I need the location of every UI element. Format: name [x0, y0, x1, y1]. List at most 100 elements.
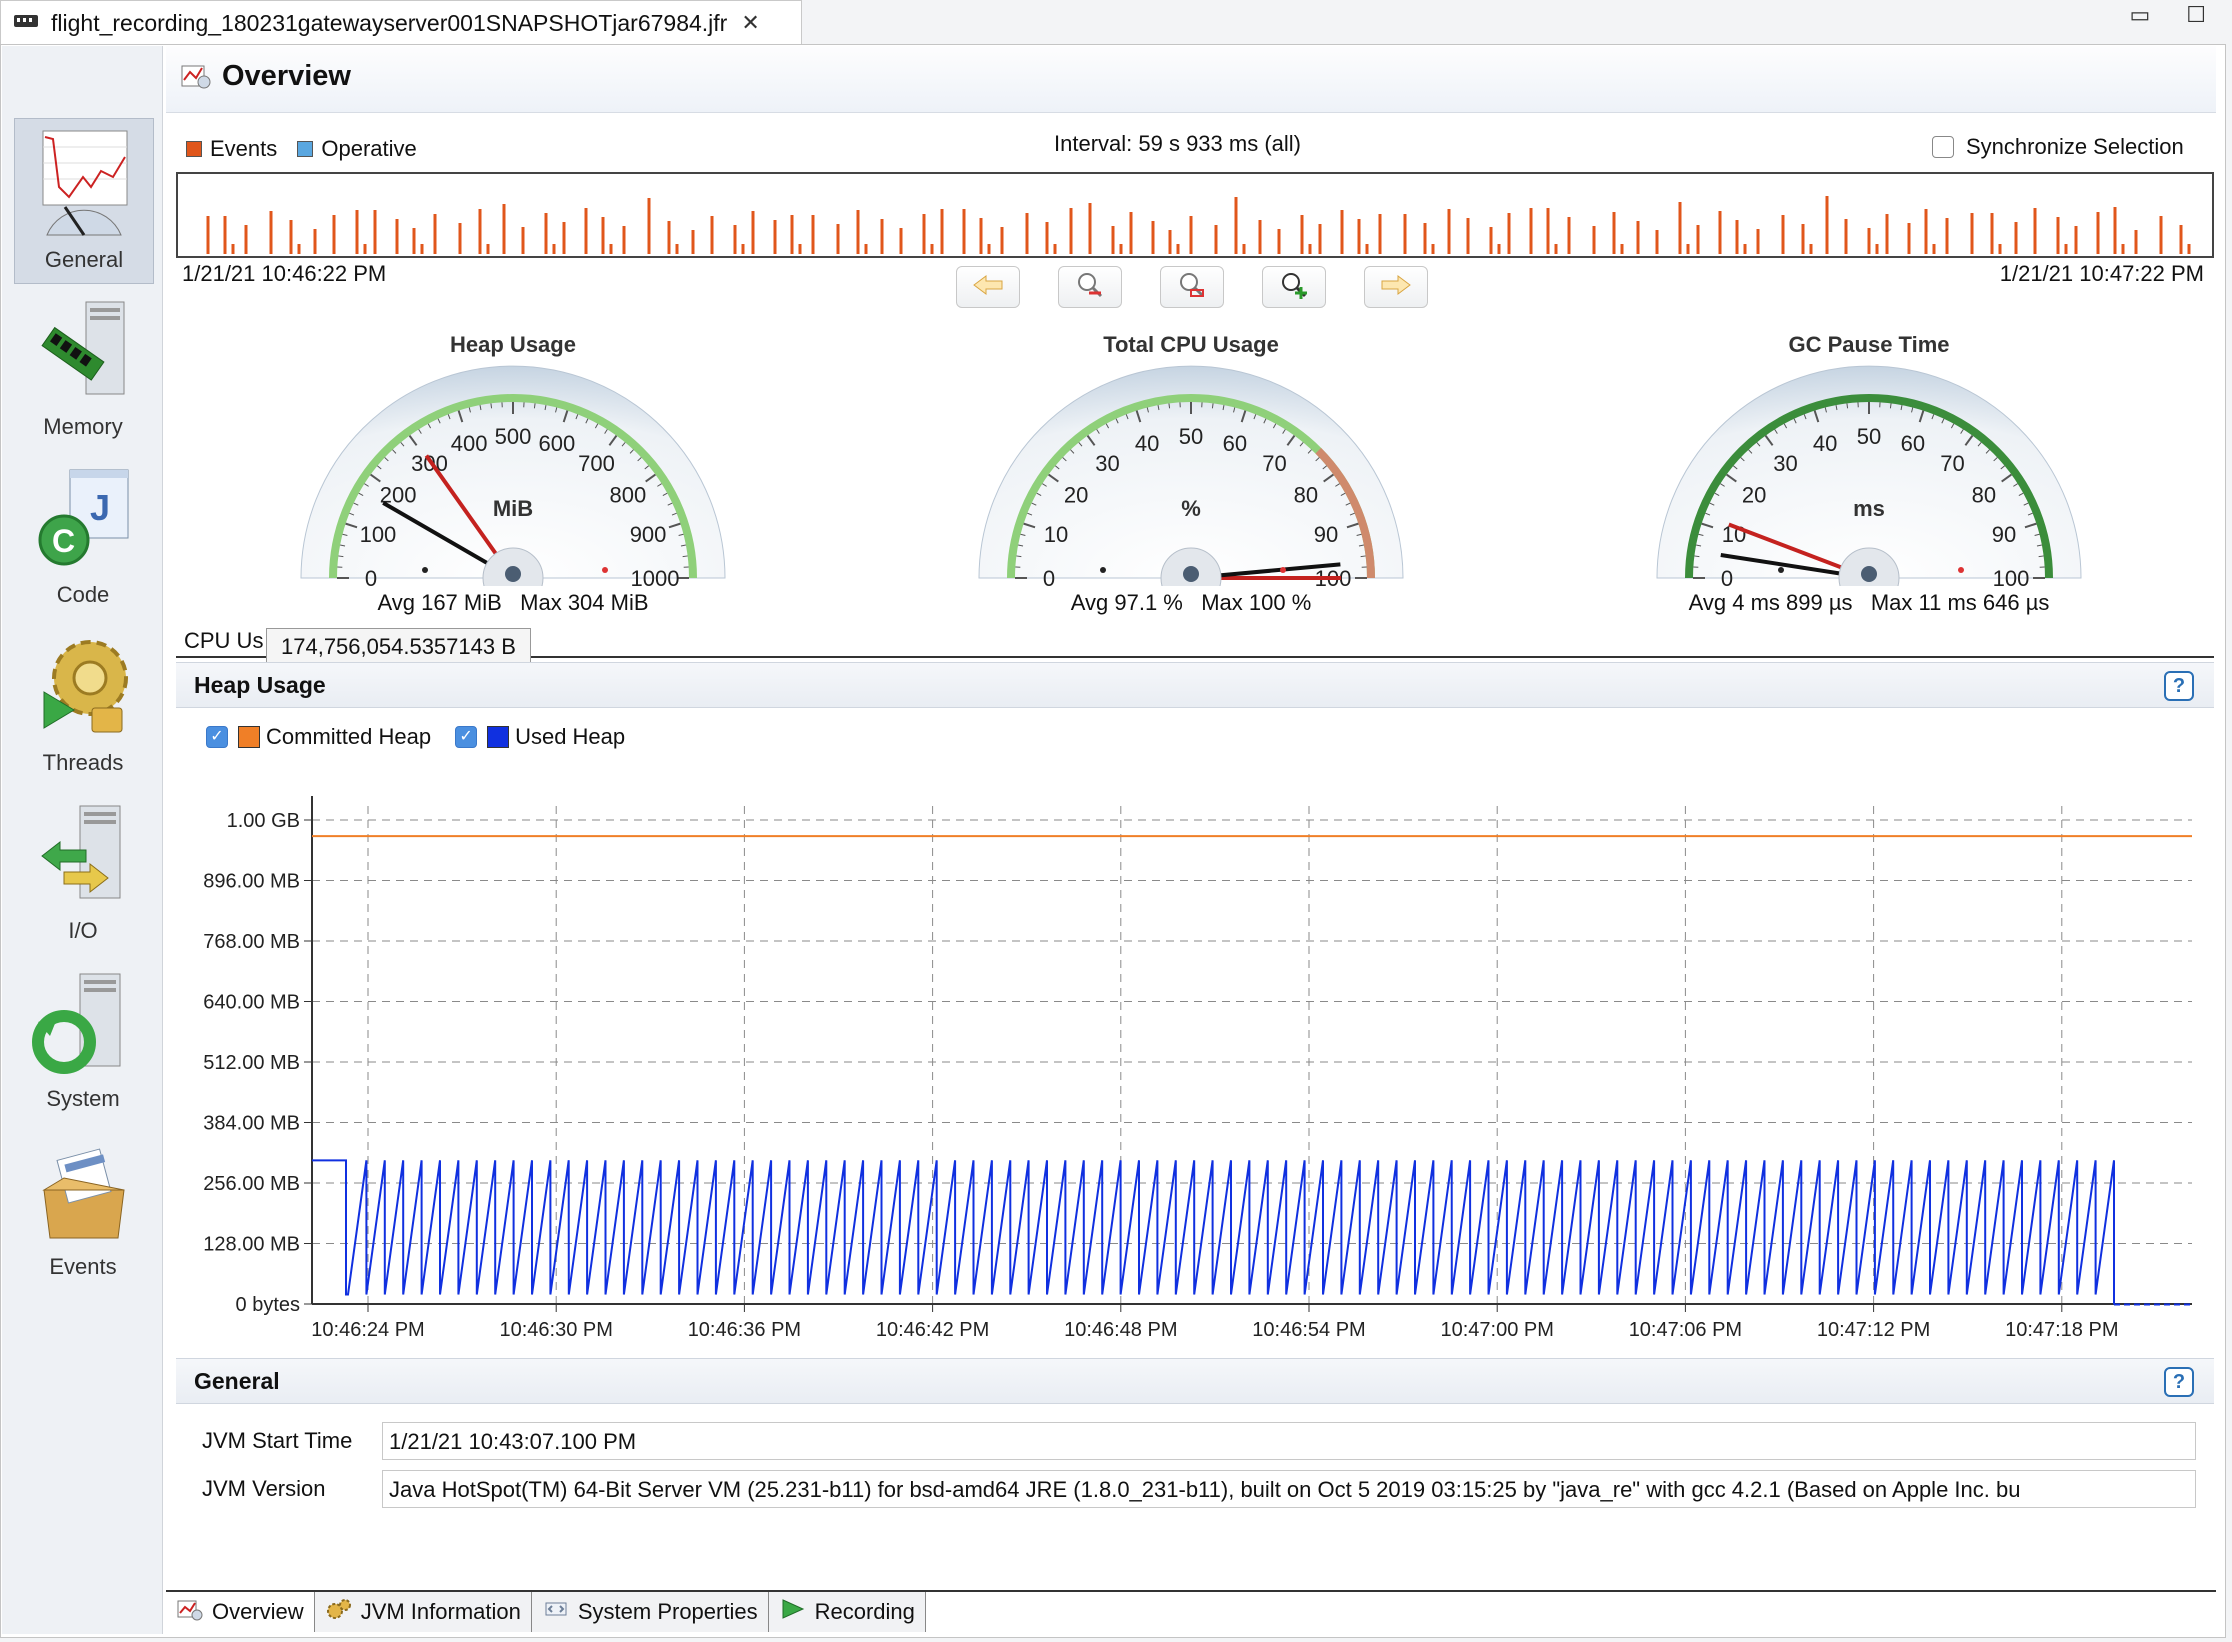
- synchronize-selection-checkbox[interactable]: Synchronize Selection: [1932, 134, 2184, 160]
- gauge-title-heap: Heap Usage: [450, 332, 576, 357]
- zoom-out-button[interactable]: [1058, 266, 1122, 308]
- gauge-tick: [1846, 403, 1849, 409]
- general-gauge-icon: [29, 127, 139, 243]
- page-title: Overview: [222, 60, 351, 92]
- jvm-start-time-label: JVM Start Time: [202, 1428, 353, 1453]
- x-tick-label: 10:46:48 PM: [1064, 1319, 1177, 1341]
- committed-heap-checkbox[interactable]: ✓: [206, 726, 228, 748]
- gauge-avg: Avg 167 MiB: [377, 590, 502, 615]
- timeline-legend: Events Operative: [186, 136, 431, 162]
- gauge-tick-label: 60: [1901, 431, 1925, 456]
- gauge-tick-label: 40: [1813, 431, 1837, 456]
- used-heap-swatch: [487, 726, 510, 748]
- threads-icon: [28, 630, 138, 746]
- svg-text:C: C: [52, 523, 75, 559]
- scroll-right-button[interactable]: [1364, 266, 1428, 308]
- gauge-tick-label: 70: [1940, 451, 1964, 476]
- heap-usage-chart[interactable]: 0 bytes 128.00 MB 256.00 MB 384.00 MB 512.00…: [176, 770, 2214, 1350]
- gauge-tick-label: 100: [1993, 566, 2030, 586]
- committed-heap-swatch: [238, 726, 260, 748]
- legend-operative-label: Operative: [321, 136, 417, 161]
- gauge-tick-label: 20: [1064, 483, 1088, 508]
- help-icon[interactable]: ?: [2164, 671, 2194, 701]
- zoom-to-selection-button[interactable]: [1160, 266, 1224, 308]
- bottom-tab-bar: Overview JVM Information System Properti…: [166, 1590, 2216, 1634]
- tab-jvm-information[interactable]: JVM Information: [314, 1592, 532, 1632]
- used-heap-line: [312, 1159, 2115, 1305]
- gauge-tick-label: 600: [539, 431, 576, 456]
- gauge-avg: Avg 97.1 %: [1070, 590, 1183, 615]
- jvm-version-field[interactable]: Java HotSpot(TM) 64-Bit Server VM (25.23…: [382, 1470, 2196, 1508]
- legend-events: Events: [186, 136, 277, 161]
- tab-label: System Properties: [577, 1599, 758, 1624]
- gauge-tick-label: 90: [1314, 522, 1338, 547]
- y-tick-label: 896.00 MB: [203, 871, 300, 893]
- tab-cpu-usage[interactable]: CPU Us: [184, 628, 263, 654]
- gauge-tick-label: 60: [1223, 431, 1247, 456]
- jvm-start-time-field[interactable]: 1/21/21 10:43:07.100 PM: [382, 1422, 2196, 1460]
- gauge-tick: [1360, 555, 1366, 558]
- nav-item-general[interactable]: General: [14, 118, 154, 284]
- nav-label: System: [46, 1086, 120, 1111]
- tab-recording[interactable]: Recording: [768, 1592, 926, 1632]
- gauge-title-gc: GC Pause Time: [1788, 332, 1950, 357]
- minimize-icon[interactable]: ▭: [2129, 2, 2150, 28]
- tab-label: Overview: [212, 1599, 304, 1624]
- gauge-hub-center: [505, 566, 521, 582]
- legend-label: Used Heap: [515, 724, 626, 749]
- nav-label: Code: [56, 582, 110, 607]
- y-tick-label: 1.00 GB: [227, 810, 300, 832]
- help-icon[interactable]: ?: [2164, 1367, 2194, 1397]
- checkbox-box[interactable]: [1932, 136, 1954, 158]
- gauge-stats-gc: Avg 4 ms 899 µs Max 11 ms 646 µs: [1619, 590, 2119, 616]
- gauge-tick-label: 30: [1773, 451, 1797, 476]
- memory-icon: [28, 294, 138, 410]
- gauge-tick-label: 50: [1857, 424, 1881, 449]
- nav-label: Events: [49, 1254, 117, 1279]
- gears-icon: [325, 1597, 353, 1627]
- nav-item-events[interactable]: Events: [14, 1126, 152, 1290]
- nav-item-system[interactable]: System: [14, 958, 152, 1122]
- heap-usage-section-header: Heap Usage ?: [176, 662, 2214, 708]
- gauge-unit: ms: [1853, 496, 1885, 521]
- tab-system-properties[interactable]: System Properties: [531, 1592, 769, 1632]
- dashboard-gauges: Heap Usage 0 100 200 300 400 500 600 700 800 900 1…: [176, 320, 2216, 620]
- gauge-title-cpu: Total CPU Usage: [1103, 332, 1279, 357]
- scroll-left-button[interactable]: [956, 266, 1020, 308]
- gauge-tick-label: 500: [495, 424, 532, 449]
- gauge-hub-center: [1861, 566, 1877, 582]
- gauge-tick-label: 30: [1095, 451, 1119, 476]
- editor-tab[interactable]: flight_recording_180231gatewayserver001S…: [0, 0, 802, 45]
- gauge-tick-label: 300: [411, 451, 448, 476]
- zoom-in-icon: [1279, 271, 1309, 304]
- x-tick-label: 10:46:54 PM: [1252, 1319, 1365, 1341]
- gauge-avg-marker: [1778, 567, 1784, 573]
- gauge-tick: [490, 403, 493, 409]
- nav-item-code[interactable]: J C Code: [14, 454, 152, 618]
- code-icon: J C: [28, 462, 138, 578]
- used-heap-checkbox[interactable]: ✓: [455, 726, 478, 748]
- nav-item-threads[interactable]: Threads: [14, 622, 152, 786]
- tab-overview[interactable]: Overview: [166, 1592, 315, 1632]
- gauge-max-marker: [1958, 567, 1964, 573]
- gauge-tick-label: 0: [1043, 566, 1055, 586]
- gauge-tick-label: 800: [610, 483, 647, 508]
- y-tick-label: 0 bytes: [236, 1294, 300, 1316]
- zoom-in-button[interactable]: [1262, 266, 1326, 308]
- tab-label: JVM Information: [360, 1599, 521, 1624]
- gauge-tick-label: 80: [1294, 483, 1318, 508]
- gc-pause-gauge: 010203040 50 60708090100ms: [1656, 365, 2082, 586]
- jvm-version-label: JVM Version: [202, 1476, 326, 1501]
- timeline-events-plot: [206, 196, 2191, 254]
- nav-label: I/O: [68, 918, 98, 943]
- interval-text: Interval: 59 s 933 ms (all): [1054, 131, 1301, 156]
- nav-item-io[interactable]: I/O: [14, 790, 152, 954]
- page-header: Overview: [166, 46, 2216, 113]
- maximize-icon[interactable]: ☐: [2186, 2, 2206, 28]
- gauge-stats-heap: Avg 167 MiB Max 304 MiB: [263, 590, 763, 616]
- gauge-max: Max 11 ms 646 µs: [1870, 590, 2050, 615]
- gauge-tick: [2038, 555, 2044, 558]
- nav-item-memory[interactable]: Memory: [14, 286, 152, 450]
- close-tab-icon[interactable]: ✕: [741, 10, 759, 36]
- events-timeline[interactable]: [176, 172, 2214, 258]
